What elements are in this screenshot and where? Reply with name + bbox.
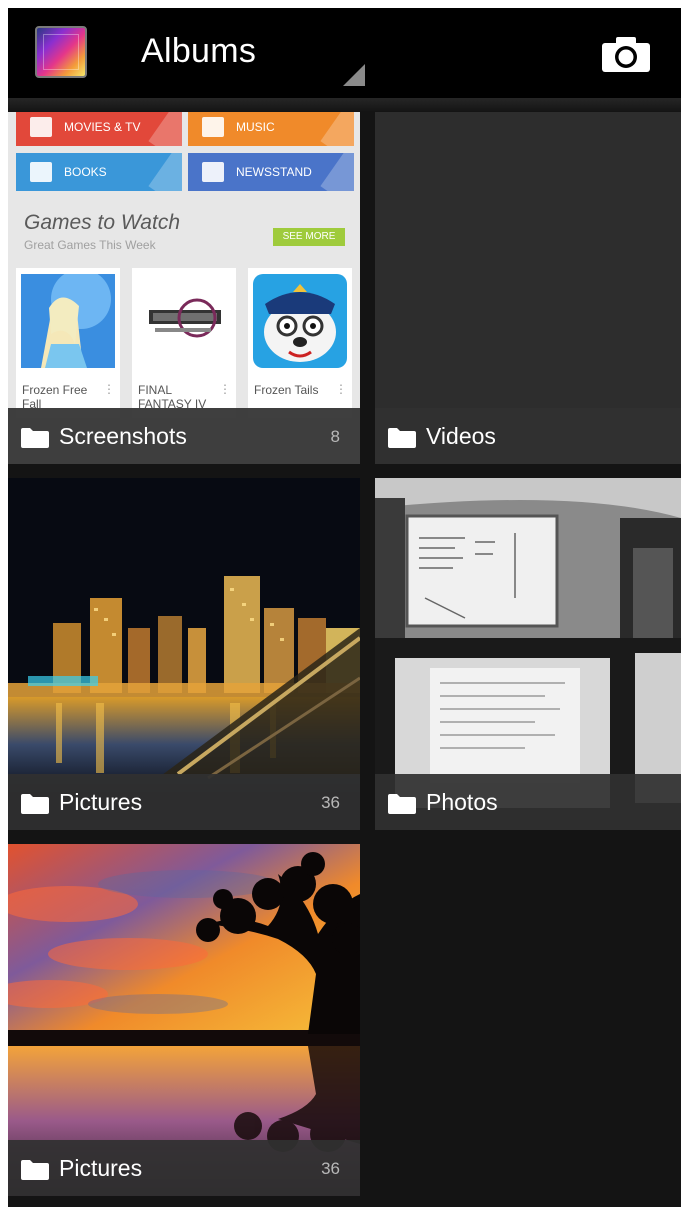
album-count: 8 <box>330 427 340 446</box>
album-label-bar: Photos <box>375 774 681 830</box>
album-tile-screenshots[interactable]: MOVIES & TV MUSIC BOOKS NEWSSTAND Games … <box>8 112 360 464</box>
overflow-menu-icon: ⋮ <box>219 382 231 396</box>
folder-icon <box>21 794 49 814</box>
newspaper-icon <box>202 162 224 182</box>
gallery-app-icon[interactable] <box>35 26 87 78</box>
category-books: BOOKS <box>16 153 182 191</box>
folder-icon <box>21 428 49 448</box>
album-label-bar: Screenshots 8 <box>8 408 360 464</box>
album-label-bar: Pictures 36 <box>8 774 360 830</box>
album-label-bar: Videos <box>375 408 681 464</box>
category-label: MOVIES & TV <box>64 120 141 134</box>
headphones-icon <box>202 117 224 137</box>
folder-icon <box>21 1160 49 1180</box>
category-newsstand: NEWSSTAND <box>188 153 354 191</box>
game-card: Frozen Free Fall ⋮ <box>16 268 120 418</box>
folder-icon <box>388 794 416 814</box>
album-name: Screenshots <box>59 423 187 449</box>
album-count: 36 <box>321 1159 340 1178</box>
album-name: Pictures <box>59 789 143 815</box>
dropdown-indicator-icon[interactable] <box>343 64 365 86</box>
camera-icon[interactable] <box>600 34 652 74</box>
games-section-subtitle: Great Games This Week <box>24 238 156 252</box>
action-bar: Albums <box>8 8 681 98</box>
book-icon <box>30 162 52 182</box>
game-card: Frozen Tails ⋮ <box>248 268 352 418</box>
category-label: BOOKS <box>64 165 107 179</box>
final-fantasy-art-icon <box>137 274 231 368</box>
album-tile-photos[interactable]: Photos <box>375 478 681 830</box>
overflow-menu-icon: ⋮ <box>103 382 115 396</box>
action-bar-shadow <box>8 98 681 112</box>
folder-icon <box>388 428 416 448</box>
album-name: Videos <box>426 423 496 449</box>
game-name: FINAL FANTASY IV <box>138 383 207 411</box>
game-name: Frozen Free Fall <box>22 383 88 411</box>
albums-title[interactable]: Albums <box>141 32 256 71</box>
album-label-bar: Pictures 36 <box>8 1140 360 1196</box>
album-tile-pictures-2[interactable]: Pictures 36 <box>8 844 360 1196</box>
game-name: Frozen Tails <box>254 383 319 397</box>
album-tile-pictures[interactable]: Pictures 36 <box>8 478 360 830</box>
frozen-tails-art-icon <box>253 274 347 368</box>
album-count: 36 <box>321 793 340 812</box>
movies-icon <box>30 117 52 137</box>
game-card: FINAL FANTASY IV ⋮ <box>132 268 236 418</box>
category-label: MUSIC <box>236 120 275 134</box>
overflow-menu-icon: ⋮ <box>335 382 347 396</box>
category-label: NEWSSTAND <box>236 165 312 179</box>
gallery-screen: Albums MOVIES & TV MUSIC BOOKS NEWSSTAND… <box>8 8 681 1207</box>
category-music: MUSIC <box>188 112 354 146</box>
see-more-badge: SEE MORE <box>273 228 345 246</box>
album-tile-videos[interactable]: Videos <box>375 112 681 464</box>
category-movies-tv: MOVIES & TV <box>16 112 182 146</box>
album-name: Photos <box>426 789 498 815</box>
games-section-title: Games to Watch <box>24 211 181 234</box>
album-name: Pictures <box>59 1155 143 1181</box>
frozen-art-icon <box>21 274 115 368</box>
